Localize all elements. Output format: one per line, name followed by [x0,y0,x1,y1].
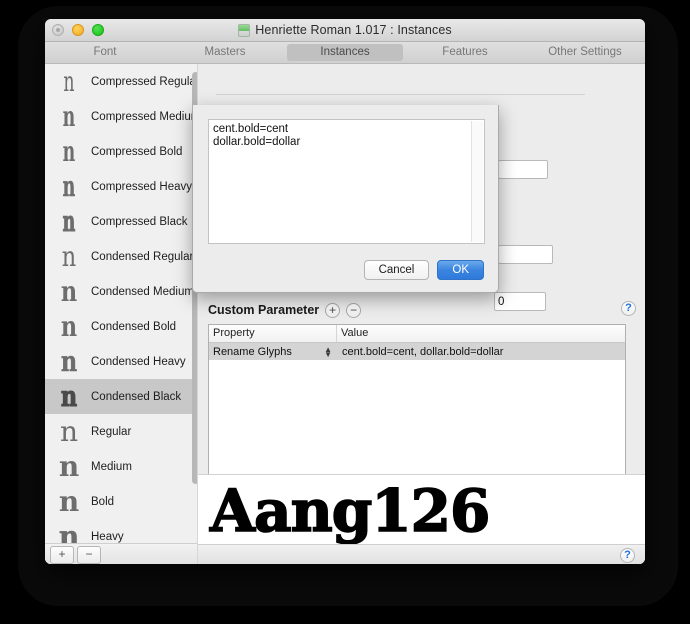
list-item-label: Compressed Medium [91,110,197,123]
preview-sample-text: Aang126 [209,476,491,546]
list-item-label: Compressed Black [91,215,188,228]
add-instance-button[interactable]: + [50,546,74,564]
window-title-group: Henriette Roman 1.017 : Instances [45,19,645,41]
table-header-row: Property Value [209,325,625,343]
list-item[interactable]: n Compressed Bold [45,134,197,169]
list-item[interactable]: n Condensed Regular [45,239,197,274]
list-item[interactable]: n Compressed Regular [45,64,197,99]
remove-instance-button[interactable]: − [77,546,101,564]
glyph-preview-icon: n [62,169,76,203]
custom-parameter-title: Custom Parameter [208,303,320,317]
tab-font[interactable]: Font [47,44,163,61]
application-window: Henriette Roman 1.017 : Instances Font M… [45,19,645,564]
list-item[interactable]: n Condensed Medium [45,274,197,309]
glyph-preview-icon: n [60,274,78,308]
ok-button[interactable]: OK [437,260,484,280]
tab-bar: Font Masters Instances Features Other Se… [45,42,645,64]
list-item-label: Bold [91,495,115,508]
remove-parameter-button[interactable]: − [346,302,362,318]
list-item-label: Compressed Heavy [91,180,192,193]
list-item-label: Condensed Regular [91,250,194,263]
list-item-label: Condensed Black [91,390,182,403]
window-content: n Compressed Regular n Compressed Medium… [45,64,645,564]
glyph-preview-icon: n [59,414,79,448]
dialog-button-group: Cancel OK [363,260,484,280]
cancel-button[interactable]: Cancel [363,260,430,280]
window-title: Henriette Roman 1.017 : Instances [255,23,452,37]
table-cell-property-text: Rename Glyphs [213,345,292,358]
list-item-label: Heavy [91,530,124,543]
instances-list[interactable]: n Compressed Regular n Compressed Medium… [45,64,197,544]
glyph-preview-icon: n [61,239,77,273]
form-field-top[interactable] [498,160,548,179]
table-row[interactable]: Rename Glyphs ▲ ▼ cent.bold=cent, dollar.… [209,343,625,360]
form-field-middle[interactable] [498,245,553,264]
glyph-preview-icon: n [60,379,78,413]
rename-glyphs-dialog: cent.bold=cent dollar.bold=dollar Cancel… [192,105,499,293]
list-item-label: Condensed Medium [91,285,194,298]
table-cell-property[interactable]: Rename Glyphs ▲ ▼ [209,345,337,358]
panel-help-icon[interactable]: ? [620,548,635,563]
glyph-preview-icon: n [58,519,80,544]
list-item[interactable]: n Condensed Bold [45,309,197,344]
app-document-icon [238,23,251,37]
list-item[interactable]: n Bold [45,484,197,519]
list-item-label: Compressed Regular [91,75,197,88]
glyph-preview-icon: n [58,449,80,483]
glyph-preview-icon: n [62,204,76,238]
tab-features[interactable]: Features [407,44,523,61]
tab-instances[interactable]: Instances [287,44,403,61]
glyph-preview-icon: n [58,484,80,518]
list-item-label: Compressed Bold [91,145,183,158]
list-item-label: Regular [91,425,132,438]
dialog-textarea-scrollbar[interactable] [471,121,483,242]
panel-footer: ? [198,544,645,564]
form-divider [216,94,585,95]
column-header-value: Value [341,327,369,339]
list-item[interactable]: n Regular [45,414,197,449]
glyph-preview-icon: n [60,344,78,378]
list-item[interactable]: n Heavy [45,519,197,544]
tab-masters[interactable]: Masters [167,44,283,61]
column-header-property: Property [209,325,337,342]
tab-other-settings[interactable]: Other Settings [527,44,643,61]
list-item[interactable]: n Medium [45,449,197,484]
glyph-preview-strip[interactable]: Aang126 [198,474,645,551]
list-item[interactable]: n Condensed Heavy [45,344,197,379]
list-item-label: Medium [91,460,132,473]
glyph-preview-icon: n [63,64,75,98]
list-item[interactable]: n Compressed Black [45,204,197,239]
list-item-selected[interactable]: n Condensed Black [45,379,197,414]
stepper-icon[interactable]: ▲ ▼ [324,345,332,358]
custom-parameter-help-icon[interactable]: ? [621,301,636,316]
glyph-preview-icon: n [62,134,76,168]
glyph-preview-icon: n [60,309,78,343]
custom-parameter-header: Custom Parameter + − ? [208,300,636,320]
add-parameter-button[interactable]: + [325,302,341,318]
table-cell-value[interactable]: cent.bold=cent, dollar.bold=dollar [337,346,625,358]
custom-parameter-section: Custom Parameter + − ? Property Value Re… [208,300,636,476]
list-item-label: Condensed Bold [91,320,177,333]
desktop-backdrop: Henriette Roman 1.017 : Instances Font M… [0,0,690,624]
list-item[interactable]: n Compressed Medium [45,99,197,134]
sidebar-footer: + − [45,543,197,564]
instances-sidebar: n Compressed Regular n Compressed Medium… [45,64,198,564]
rename-glyphs-textarea[interactable]: cent.bold=cent dollar.bold=dollar [208,119,485,244]
glyph-preview-icon: n [62,99,76,133]
window-titlebar[interactable]: Henriette Roman 1.017 : Instances [45,19,645,42]
custom-parameter-table: Property Value Rename Glyphs ▲ ▼ cent.bol… [208,324,626,476]
list-item[interactable]: n Compressed Heavy [45,169,197,204]
list-item-label: Condensed Heavy [91,355,186,368]
